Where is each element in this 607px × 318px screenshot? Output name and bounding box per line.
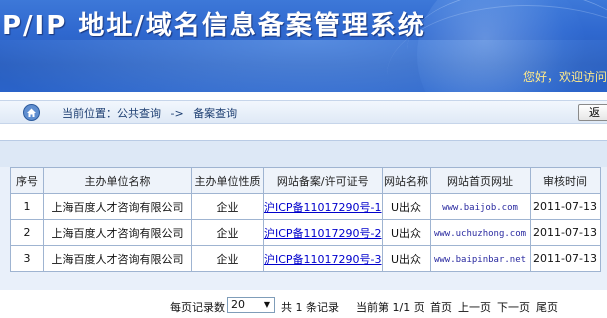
next-page-link[interactable]: 下一页 <box>497 299 530 315</box>
permit-cell: 沪ICP备11017290号-3 <box>263 245 383 272</box>
row-number: 2 <box>10 219 44 246</box>
breadcrumb-bar: 当前位置：公共查询 -> 备案查询 返 <box>0 100 607 124</box>
panel-header-strip <box>0 141 607 167</box>
results-table: 序号 主办单位名称 主办单位性质 网站备案/许可证号 网站名称 网站首页网址 审… <box>10 167 601 272</box>
permit-link[interactable]: 沪ICP备11017290号-3 <box>264 253 381 266</box>
permit-link[interactable]: 沪ICP备11017290号-1 <box>264 201 381 214</box>
permit-cell: 沪ICP备11017290号-2 <box>263 219 383 246</box>
column-header: 序号 <box>10 167 44 194</box>
chevron-down-icon: ▼ <box>263 300 271 309</box>
site-url-cell: www.baijob.com <box>429 193 531 220</box>
organizer-type: 企业 <box>191 245 264 272</box>
site-url: www.uchuzhong.com <box>433 229 527 239</box>
last-page-link[interactable]: 尾页 <box>536 299 558 315</box>
table-row: 1 上海百度人才咨询有限公司 企业 沪ICP备11017290号-1 U出众 w… <box>10 193 601 220</box>
per-page-select[interactable]: 20 ▼ <box>227 297 275 313</box>
header-banner: P/IP 地址/域名信息备案管理系统 您好，欢迎访问 <box>0 0 607 92</box>
breadcrumb: 当前位置：公共查询 -> 备案查询 <box>62 105 243 121</box>
organizer-type: 企业 <box>191 219 264 246</box>
column-header: 网站名称 <box>381 167 431 194</box>
home-icon[interactable] <box>23 104 40 121</box>
breadcrumb-separator: -> <box>170 107 184 120</box>
site-name: U出众 <box>381 193 431 220</box>
results-panel: 序号 主办单位名称 主办单位性质 网站备案/许可证号 网站名称 网站首页网址 审… <box>0 140 607 290</box>
page-indicator: 当前第 1/1 页 <box>356 301 425 314</box>
app-title: P/IP 地址/域名信息备案管理系统 <box>2 11 426 41</box>
total-records: 共 1 条记录 <box>281 301 339 314</box>
table-header-row: 序号 主办单位名称 主办单位性质 网站备案/许可证号 网站名称 网站首页网址 审… <box>10 167 601 194</box>
first-page-link[interactable]: 首页 <box>430 299 452 315</box>
organizer-name: 上海百度人才咨询有限公司 <box>43 245 192 272</box>
column-header: 网站备案/许可证号 <box>263 167 383 194</box>
organizer-type: 企业 <box>191 193 264 220</box>
welcome-text: 您好，欢迎访问 <box>522 70 607 84</box>
back-button[interactable]: 返 <box>578 104 607 121</box>
column-header: 主办单位性质 <box>191 167 264 194</box>
column-header: 网站首页网址 <box>429 167 531 194</box>
permit-link[interactable]: 沪ICP备11017290号-2 <box>264 227 381 240</box>
row-number: 1 <box>10 193 44 220</box>
breadcrumb-current: 备案查询 <box>193 107 238 120</box>
table-row: 2 上海百度人才咨询有限公司 企业 沪ICP备11017290号-2 U出众 w… <box>10 219 601 246</box>
site-url-cell: www.uchuzhong.com <box>429 219 531 246</box>
review-date: 2011-07-13 <box>529 245 601 272</box>
organizer-name: 上海百度人才咨询有限公司 <box>43 219 192 246</box>
site-url: www.baijob.com <box>442 203 518 213</box>
per-page-label: 每页记录数 <box>170 301 225 314</box>
site-name: U出众 <box>381 245 431 272</box>
organizer-name: 上海百度人才咨询有限公司 <box>43 193 192 220</box>
site-url-cell: www.baipinbar.net <box>429 245 531 272</box>
review-date: 2011-07-13 <box>529 219 601 246</box>
review-date: 2011-07-13 <box>529 193 601 220</box>
table-row: 3 上海百度人才咨询有限公司 企业 沪ICP备11017290号-3 U出众 w… <box>10 245 601 272</box>
pagination-bar: 每页记录数 20 ▼ 共 1 条记录 当前第 1/1 页 首页 上一页 下一页 … <box>0 296 607 316</box>
permit-cell: 沪ICP备11017290号-1 <box>263 193 383 220</box>
breadcrumb-prefix: 当前位置：公共查询 <box>62 107 161 120</box>
column-header: 主办单位名称 <box>43 167 192 194</box>
row-number: 3 <box>10 245 44 272</box>
per-page-value: 20 <box>231 298 245 311</box>
column-header: 审核时间 <box>529 167 601 194</box>
site-name: U出众 <box>381 219 431 246</box>
site-url: www.baipinbar.net <box>433 255 527 265</box>
prev-page-link[interactable]: 上一页 <box>458 299 491 315</box>
